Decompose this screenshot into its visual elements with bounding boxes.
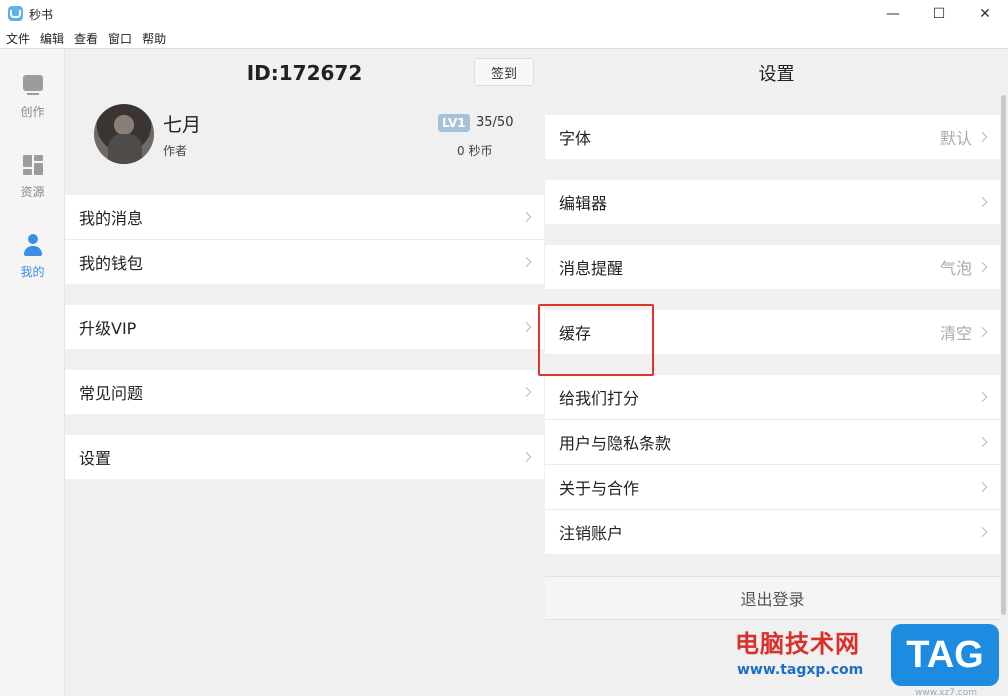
avatar[interactable] bbox=[94, 104, 154, 164]
menu-view[interactable]: 查看 bbox=[74, 30, 98, 47]
menu-faq[interactable]: 常见问题 bbox=[65, 370, 544, 414]
chevron-right-icon bbox=[977, 327, 988, 337]
logout-button[interactable]: 退出登录 bbox=[545, 576, 1000, 620]
chevron-right-icon bbox=[977, 527, 988, 537]
account-header: ID:172672 签到 bbox=[65, 49, 544, 94]
row-label: 注销账户 bbox=[559, 524, 624, 543]
profile-icon bbox=[21, 233, 45, 257]
user-id: ID:172672 bbox=[246, 61, 363, 85]
watermark: 电脑技术网 www.tagxp.com TAG www.xz7.com bbox=[735, 622, 1008, 696]
settings-panel: 设置 字体 默认 编辑器 消息提醒 气泡 缓存 清空 给我们打分 用户与隐私条款 bbox=[545, 49, 1008, 696]
watermark-text: 电脑技术网 bbox=[735, 630, 860, 658]
setting-delete-account[interactable]: 注销账户 bbox=[545, 510, 1000, 554]
menu-my-messages[interactable]: 我的消息 bbox=[65, 195, 544, 239]
chevron-right-icon bbox=[977, 482, 988, 492]
row-label: 我的钱包 bbox=[79, 254, 144, 273]
row-value: 默认 bbox=[939, 129, 972, 148]
chevron-right-icon bbox=[521, 257, 532, 267]
setting-editor[interactable]: 编辑器 bbox=[545, 180, 1000, 224]
row-label: 编辑器 bbox=[559, 194, 608, 213]
app-logo-icon bbox=[8, 6, 23, 21]
menu-upgrade-vip[interactable]: 升级VIP bbox=[65, 305, 544, 349]
chevron-right-icon bbox=[521, 212, 532, 222]
menu-window[interactable]: 窗口 bbox=[108, 30, 132, 47]
row-label: 关于与合作 bbox=[559, 479, 640, 498]
chevron-right-icon bbox=[521, 322, 532, 332]
minimize-button[interactable]: — bbox=[870, 0, 916, 28]
watermark-url: www.tagxp.com bbox=[737, 662, 864, 678]
watermark-logo: TAG bbox=[891, 624, 999, 686]
menu-bar: 文件 编辑 查看 窗口 帮助 bbox=[0, 28, 1008, 48]
user-role: 作者 bbox=[163, 144, 188, 158]
sidebar: 创作 资源 我的 bbox=[0, 49, 65, 696]
sidebar-item-resources[interactable]: 资源 bbox=[0, 149, 65, 209]
sidebar-item-label: 我的 bbox=[20, 265, 45, 279]
row-label: 字体 bbox=[559, 129, 592, 148]
chevron-right-icon bbox=[521, 387, 532, 397]
settings-title: 设置 bbox=[758, 64, 795, 85]
chevron-right-icon bbox=[977, 392, 988, 402]
main-content: 创作 资源 我的 ID:172672 签到 七月 作者 LV1 35/50 0 … bbox=[0, 48, 1008, 696]
sidebar-item-create[interactable]: 创作 bbox=[0, 69, 65, 129]
row-label: 升级VIP bbox=[79, 319, 137, 338]
menu-settings[interactable]: 设置 bbox=[65, 435, 544, 479]
signin-button[interactable]: 签到 bbox=[474, 58, 534, 86]
row-label: 消息提醒 bbox=[559, 259, 624, 278]
row-label: 用户与隐私条款 bbox=[559, 434, 672, 453]
row-value: 清空 bbox=[939, 324, 972, 343]
setting-cache[interactable]: 缓存 清空 bbox=[545, 310, 1000, 354]
chevron-right-icon bbox=[977, 437, 988, 447]
resources-icon bbox=[21, 153, 45, 177]
sidebar-item-profile[interactable]: 我的 bbox=[0, 229, 65, 289]
create-icon bbox=[21, 73, 45, 97]
setting-about[interactable]: 关于与合作 bbox=[545, 465, 1000, 509]
watermark-sub: www.xz7.com bbox=[915, 688, 977, 696]
sidebar-item-label: 资源 bbox=[20, 185, 45, 199]
row-label: 给我们打分 bbox=[559, 389, 640, 408]
row-label: 我的消息 bbox=[79, 209, 144, 228]
row-label: 常见问题 bbox=[79, 384, 144, 403]
coin-balance: 0 秒币 bbox=[457, 144, 493, 158]
sidebar-item-label: 创作 bbox=[20, 105, 45, 119]
scrollbar[interactable] bbox=[1001, 95, 1006, 615]
setting-notification[interactable]: 消息提醒 气泡 bbox=[545, 245, 1000, 289]
level-badge: LV1 bbox=[438, 114, 470, 132]
account-panel: ID:172672 签到 七月 作者 LV1 35/50 0 秒币 我的消息 我… bbox=[65, 49, 544, 696]
menu-help[interactable]: 帮助 bbox=[142, 30, 166, 47]
title-bar: 秒书 — ☐ ✕ bbox=[0, 0, 1008, 28]
menu-my-wallet[interactable]: 我的钱包 bbox=[65, 240, 544, 284]
setting-rate-us[interactable]: 给我们打分 bbox=[545, 375, 1000, 419]
row-label: 缓存 bbox=[559, 324, 592, 343]
chevron-right-icon bbox=[977, 132, 988, 142]
close-button[interactable]: ✕ bbox=[962, 0, 1008, 28]
maximize-button[interactable]: ☐ bbox=[916, 0, 962, 28]
chevron-right-icon bbox=[521, 452, 532, 462]
setting-privacy-terms[interactable]: 用户与隐私条款 bbox=[545, 420, 1000, 464]
user-name: 七月 bbox=[163, 114, 202, 136]
menu-edit[interactable]: 编辑 bbox=[40, 30, 64, 47]
level-exp: 35/50 bbox=[476, 115, 514, 130]
profile-card: 七月 作者 LV1 35/50 0 秒币 bbox=[65, 94, 544, 194]
setting-font[interactable]: 字体 默认 bbox=[545, 115, 1000, 159]
row-value: 气泡 bbox=[939, 259, 972, 278]
chevron-right-icon bbox=[977, 262, 988, 272]
window-title: 秒书 bbox=[29, 8, 54, 22]
menu-file[interactable]: 文件 bbox=[6, 30, 30, 47]
row-label: 设置 bbox=[79, 449, 112, 468]
chevron-right-icon bbox=[977, 197, 988, 207]
